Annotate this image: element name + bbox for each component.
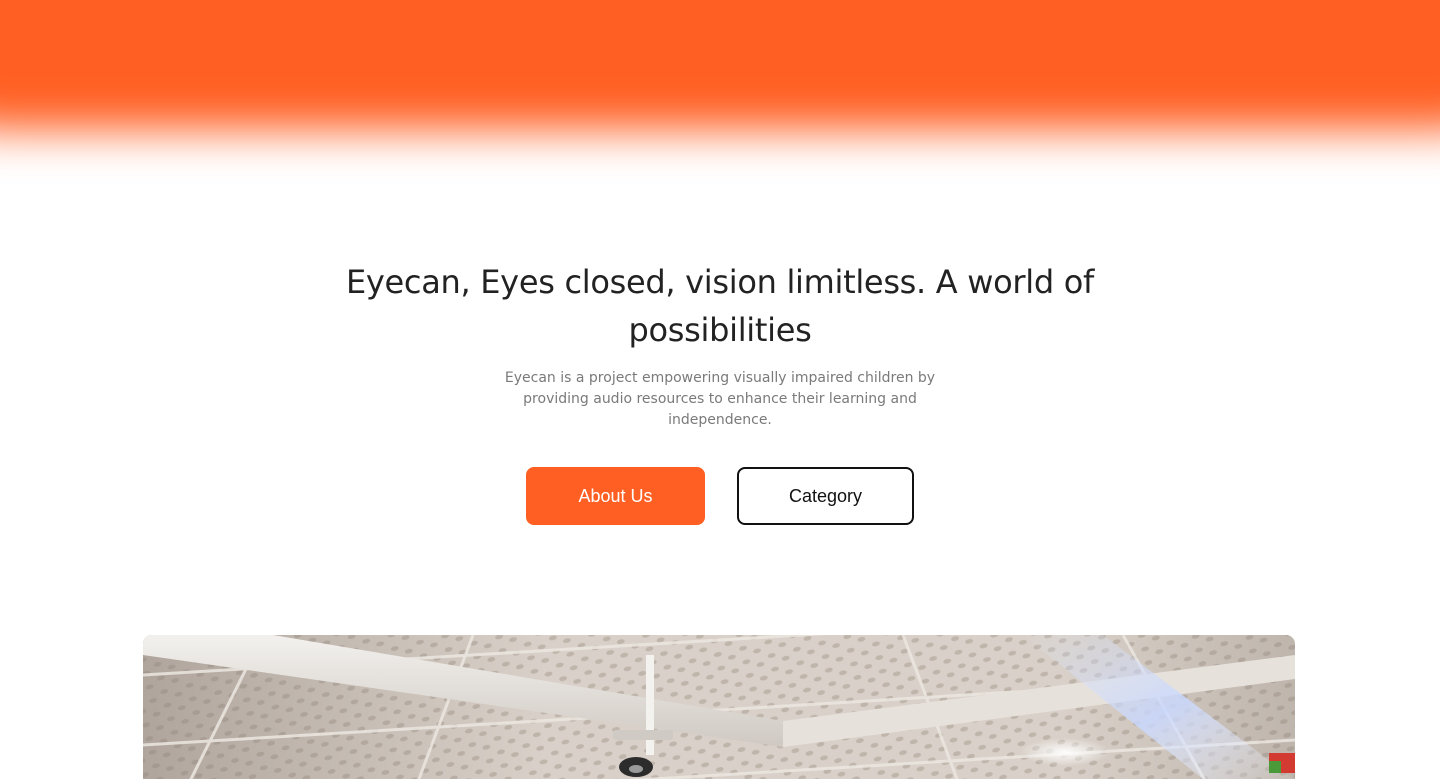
landing-page: Eyecan, Eyes closed, vision limitless. A… [0, 0, 1440, 779]
header-glow-band [0, 0, 1440, 130]
hero-description: Eyecan is a project empowering visually … [504, 370, 936, 428]
hero-headline: Eyecan, Eyes closed, vision limitless. A… [345, 263, 1094, 349]
about-us-button[interactable]: About Us [526, 467, 705, 525]
hero-actions: About Us Category [0, 467, 1440, 525]
hero-section: Eyecan, Eyes closed, vision limitless. A… [0, 258, 1440, 525]
ceiling-photo-illustration [143, 635, 1295, 779]
classroom-ceiling-photo [143, 635, 1295, 779]
category-button[interactable]: Category [737, 467, 914, 525]
